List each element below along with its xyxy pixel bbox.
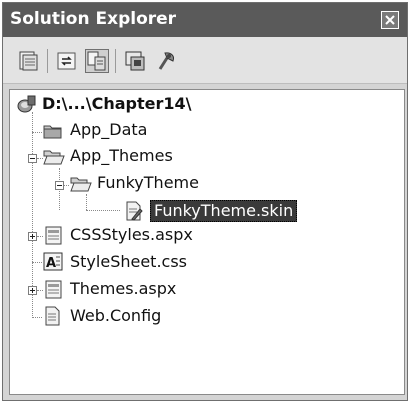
tree-item-label: Web.Config — [70, 306, 162, 325]
tree-connector — [32, 317, 42, 318]
tree-root-label: D:\...\Chapter14\ — [42, 94, 192, 113]
panel-title: Solution Explorer — [10, 9, 177, 29]
title-bar: Solution Explorer — [3, 3, 407, 37]
view-designer-button[interactable] — [155, 49, 179, 73]
tree-item-label: StyleSheet.css — [70, 252, 187, 271]
close-button[interactable] — [381, 11, 399, 29]
view-code-icon — [125, 51, 145, 71]
toolbar — [3, 37, 407, 84]
expand-toggle[interactable] — [28, 286, 37, 295]
tree-connector — [37, 236, 43, 237]
aspx-page-icon — [45, 226, 62, 245]
tree-item-label: Themes.aspx — [70, 279, 177, 298]
refresh-icon — [57, 52, 76, 70]
tree-connector — [86, 210, 120, 211]
tree-connector — [32, 262, 42, 263]
collapse-toggle[interactable] — [55, 181, 64, 190]
tree-item-label: CSSStyles.aspx — [70, 225, 193, 244]
config-file-icon — [45, 306, 60, 326]
folder-open-icon — [70, 177, 92, 192]
tree-connector — [37, 290, 43, 291]
show-all-files-button[interactable] — [85, 49, 109, 73]
collapse-toggle[interactable] — [28, 154, 37, 163]
show-all-files-icon — [87, 51, 106, 71]
view-code-button[interactable] — [123, 49, 147, 73]
tree-connector — [32, 132, 42, 133]
tree-item-label: App_Themes — [70, 146, 173, 165]
project-icon — [17, 95, 36, 113]
properties-icon — [19, 51, 38, 71]
properties-button[interactable] — [17, 49, 41, 73]
css-file-icon: A — [43, 252, 63, 271]
tree-item-label: App_Data — [70, 120, 148, 139]
solution-tree: D:\...\Chapter14\ App_Data App_Themes Fu… — [9, 89, 405, 395]
folder-open-icon — [43, 150, 65, 165]
aspx-page-icon — [45, 280, 62, 299]
tree-item-label: FunkyTheme.skin — [150, 200, 298, 222]
view-designer-icon — [158, 52, 174, 70]
refresh-button[interactable] — [55, 49, 79, 73]
toolbar-separator — [115, 49, 116, 73]
svg-text:A: A — [46, 256, 56, 271]
folder-icon — [43, 125, 62, 139]
tree-connector — [86, 194, 87, 210]
toolbar-separator — [47, 49, 48, 73]
skin-file-icon — [126, 201, 143, 221]
expand-toggle[interactable] — [28, 232, 37, 241]
close-icon — [385, 15, 395, 25]
tree-item-label: FunkyTheme — [97, 173, 199, 192]
solution-explorer-panel: Solution Explorer D:\...\Chapter14\ App_… — [2, 2, 408, 401]
